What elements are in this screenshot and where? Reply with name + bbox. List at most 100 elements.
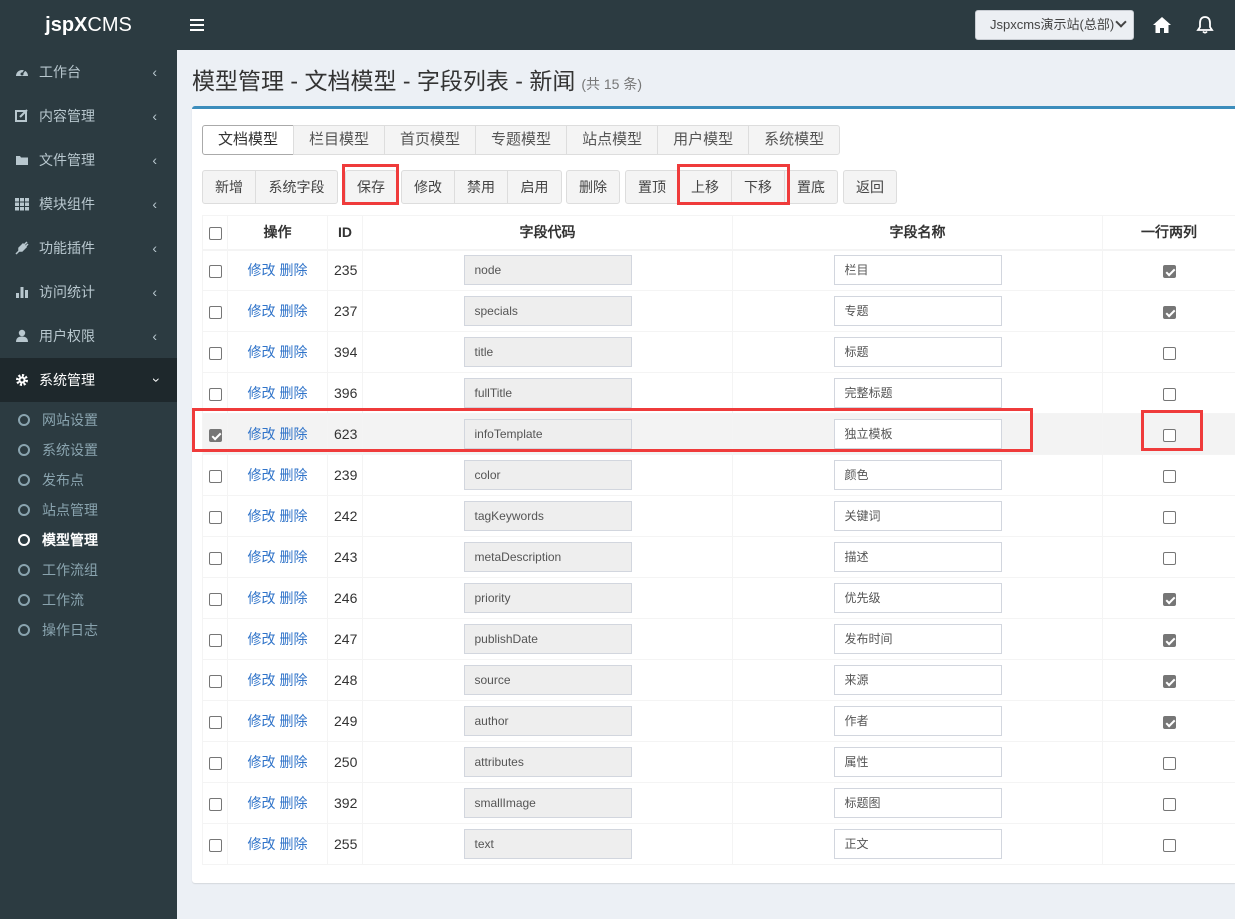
tab-document-model[interactable]: 文档模型 (202, 125, 295, 155)
field-name-input[interactable]: 栏目 (833, 255, 1002, 286)
row-delete-link[interactable]: 删除 (280, 713, 308, 729)
submenu-model-management[interactable]: 模型管理 (0, 525, 177, 555)
row-checkbox[interactable] (208, 756, 222, 770)
sidebar-item-plugins[interactable]: 功能插件 ‹ (0, 226, 177, 270)
row-checkbox[interactable] (208, 838, 222, 852)
tab-node-model[interactable]: 栏目模型 (293, 125, 386, 155)
row-delete-link[interactable]: 删除 (280, 262, 308, 278)
row-edit-link[interactable]: 修改 (248, 385, 276, 401)
submenu-workflow-groups[interactable]: 工作流组 (0, 555, 177, 585)
row-delete-link[interactable]: 删除 (280, 590, 308, 606)
system-fields-button[interactable]: 系统字段 (255, 170, 338, 204)
two-col-checkbox[interactable] (1162, 838, 1176, 852)
field-name-input[interactable]: 完整标题 (833, 378, 1002, 408)
field-code-input[interactable]: title (463, 337, 632, 367)
move-bottom-button[interactable]: 置底 (784, 170, 838, 204)
table-row[interactable]: 修改 删除 237 specials 专题 (202, 290, 1235, 332)
field-name-input[interactable]: 关键词 (833, 501, 1002, 531)
field-code-input[interactable]: fullTitle (463, 378, 632, 408)
row-delete-link[interactable]: 删除 (280, 795, 308, 811)
field-code-input[interactable]: text (463, 829, 632, 859)
site-select[interactable]: Jspxcms演示站(总部) (975, 10, 1134, 40)
row-delete-link[interactable]: 删除 (280, 631, 308, 647)
two-col-checkbox[interactable] (1162, 797, 1176, 811)
row-edit-link[interactable]: 修改 (248, 344, 276, 360)
row-checkbox[interactable] (208, 265, 222, 279)
submenu-system-settings[interactable]: 系统设置 (0, 435, 177, 465)
row-checkbox[interactable] (208, 387, 222, 401)
field-name-input[interactable]: 优先级 (833, 583, 1002, 613)
row-delete-link[interactable]: 删除 (280, 385, 308, 401)
table-row[interactable]: 修改 删除 250 attributes 属性 (202, 741, 1235, 783)
table-row[interactable]: 修改 删除 249 author 作者 (202, 700, 1235, 742)
row-checkbox[interactable] (208, 551, 222, 565)
save-button[interactable]: 保存 (345, 170, 397, 204)
submenu-operation-log[interactable]: 操作日志 (0, 615, 177, 645)
enable-button[interactable]: 启用 (507, 170, 562, 204)
field-name-input[interactable]: 独立模板 (833, 419, 1002, 449)
row-edit-link[interactable]: 修改 (248, 303, 276, 319)
row-edit-link[interactable]: 修改 (248, 262, 276, 278)
field-name-input[interactable]: 来源 (833, 665, 1002, 695)
two-col-checkbox[interactable] (1162, 387, 1176, 401)
home-icon[interactable] (1151, 14, 1173, 36)
table-row[interactable]: 修改 删除 247 publishDate 发布时间 (202, 618, 1235, 660)
field-name-input[interactable]: 标题图 (833, 788, 1002, 818)
table-row[interactable]: 修改 删除 239 color 颜色 (202, 454, 1235, 496)
table-row[interactable]: 修改 删除 242 tagKeywords 关键词 (202, 495, 1235, 537)
sidebar-item-content[interactable]: 内容管理 ‹ (0, 94, 177, 138)
table-row[interactable]: 修改 删除 248 source 来源 (202, 659, 1235, 701)
row-edit-link[interactable]: 修改 (248, 508, 276, 524)
move-down-button[interactable]: 下移 (731, 170, 785, 204)
edit-button[interactable]: 修改 (401, 170, 455, 204)
delete-button[interactable]: 删除 (566, 170, 620, 204)
field-code-input[interactable]: publishDate (463, 624, 632, 654)
two-col-checkbox[interactable] (1162, 551, 1176, 565)
row-edit-link[interactable]: 修改 (248, 672, 276, 688)
table-row[interactable]: 修改 删除 255 text 正文 (202, 823, 1235, 865)
two-col-checkbox[interactable] (1162, 428, 1176, 442)
row-edit-link[interactable]: 修改 (248, 549, 276, 565)
add-button[interactable]: 新增 (202, 170, 256, 204)
move-top-button[interactable]: 置顶 (625, 170, 679, 204)
two-col-checkbox[interactable] (1162, 633, 1176, 647)
submenu-site-management[interactable]: 站点管理 (0, 495, 177, 525)
table-row[interactable]: 修改 删除 623 infoTemplate 独立模板 (202, 413, 1235, 455)
two-col-checkbox[interactable] (1162, 756, 1176, 770)
row-edit-link[interactable]: 修改 (248, 795, 276, 811)
tab-home-model[interactable]: 首页模型 (384, 125, 477, 155)
row-delete-link[interactable]: 删除 (280, 672, 308, 688)
move-up-button[interactable]: 上移 (678, 170, 732, 204)
row-checkbox[interactable] (208, 510, 222, 524)
field-name-input[interactable]: 发布时间 (833, 624, 1002, 654)
field-code-input[interactable]: specials (463, 296, 632, 326)
bell-icon[interactable] (1194, 14, 1216, 36)
field-code-input[interactable]: node (463, 255, 632, 286)
table-row[interactable]: 修改 删除 246 priority 优先级 (202, 577, 1235, 619)
back-button[interactable]: 返回 (843, 170, 897, 204)
row-edit-link[interactable]: 修改 (248, 590, 276, 606)
row-delete-link[interactable]: 删除 (280, 836, 308, 852)
row-checkbox[interactable] (208, 715, 222, 729)
row-checkbox[interactable] (208, 797, 222, 811)
row-checkbox[interactable] (208, 674, 222, 688)
field-name-input[interactable]: 颜色 (833, 460, 1002, 490)
two-col-checkbox[interactable] (1162, 469, 1176, 483)
row-delete-link[interactable]: 删除 (280, 344, 308, 360)
table-row[interactable]: 修改 删除 243 metaDescription 描述 (202, 536, 1235, 578)
field-code-input[interactable]: author (463, 706, 632, 736)
field-name-input[interactable]: 专题 (833, 296, 1002, 326)
two-col-checkbox[interactable] (1162, 715, 1176, 729)
sidebar-item-dashboard[interactable]: 工作台 ‹ (0, 50, 177, 94)
two-col-checkbox[interactable] (1162, 510, 1176, 524)
row-delete-link[interactable]: 删除 (280, 303, 308, 319)
field-code-input[interactable]: infoTemplate (463, 419, 632, 449)
row-checkbox[interactable] (208, 305, 222, 319)
row-edit-link[interactable]: 修改 (248, 713, 276, 729)
sidebar-item-files[interactable]: 文件管理 ‹ (0, 138, 177, 182)
tab-site-model[interactable]: 站点模型 (566, 125, 659, 155)
row-edit-link[interactable]: 修改 (248, 426, 276, 442)
row-delete-link[interactable]: 删除 (280, 426, 308, 442)
table-row[interactable]: 修改 删除 394 title 标题 (202, 331, 1235, 373)
field-code-input[interactable]: color (463, 460, 632, 490)
